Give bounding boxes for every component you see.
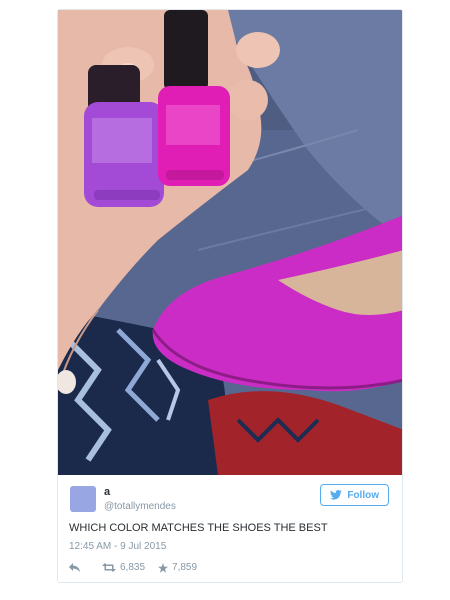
- follow-button[interactable]: Follow: [320, 484, 389, 506]
- favorite-count: 7,859: [172, 562, 198, 573]
- avatar[interactable]: [70, 486, 96, 512]
- tweet-actions: 6,835 7,859: [69, 562, 197, 573]
- author-name[interactable]: a: [104, 486, 110, 498]
- reply-icon: [69, 563, 80, 572]
- follow-label: Follow: [347, 489, 379, 501]
- retweet-count: 6,835: [120, 562, 146, 573]
- author-handle[interactable]: @totallymendes: [104, 501, 176, 512]
- tweet-photo[interactable]: [58, 10, 403, 475]
- retweet-icon: [102, 563, 116, 572]
- twitter-bird-icon: [330, 490, 343, 500]
- favorite-button[interactable]: 7,859: [158, 562, 197, 573]
- retweet-button[interactable]: 6,835: [102, 562, 145, 573]
- star-icon: [158, 562, 169, 573]
- reply-button[interactable]: [69, 563, 80, 572]
